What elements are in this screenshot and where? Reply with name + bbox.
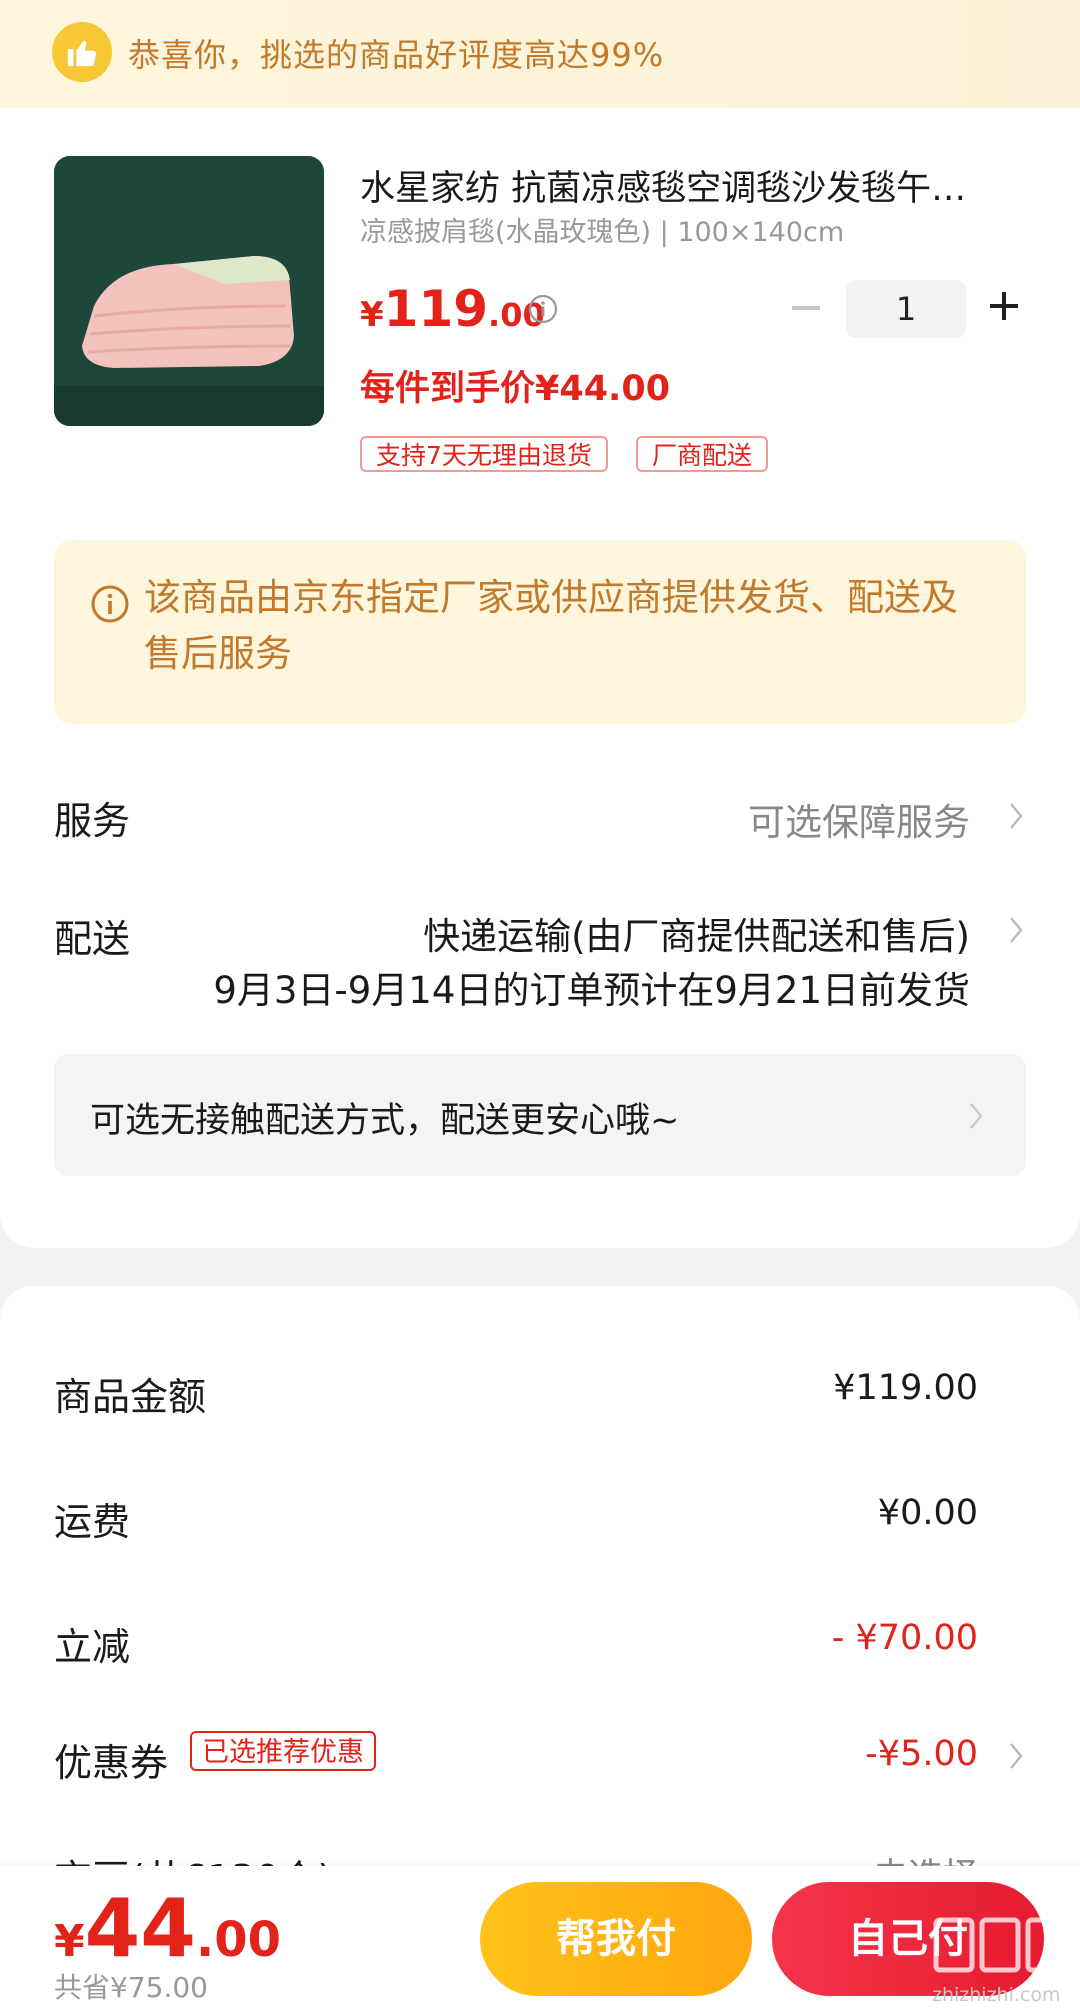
- return-policy-tag: 支持7天无理由退货: [360, 436, 608, 472]
- watermark-text: zhizhizhi.com: [932, 1984, 1061, 2006]
- chevron-right-icon[interactable]: [1006, 1740, 1026, 1772]
- chevron-right-icon[interactable]: [1006, 800, 1026, 832]
- unit-price-text: 每件到手价¥44.00: [360, 369, 671, 409]
- coupon-value[interactable]: -¥5.00: [865, 1734, 978, 1774]
- goods-amount-label: 商品金额: [54, 1375, 207, 1419]
- product-spec[interactable]: 凉感披肩毯(水晶玫瑰色) | 100×140cm: [360, 210, 844, 249]
- praise-banner: 恭喜你，挑选的商品好评度高达99%: [0, 0, 1080, 110]
- delivery-method[interactable]: 快递运输(由厂商提供配送和售后): [423, 906, 970, 960]
- price-integer: 119: [383, 280, 489, 338]
- service-value[interactable]: 可选保障服务: [748, 792, 970, 846]
- goods-amount-value: ¥119.00: [833, 1368, 978, 1408]
- instant-discount-label: 立减: [54, 1625, 131, 1669]
- banner-text: 恭喜你，挑选的商品好评度高达99%: [128, 36, 665, 74]
- service-label: 服务: [54, 799, 131, 843]
- vendor-delivery-tag: 厂商配送: [636, 436, 769, 472]
- notice-text: 该商品由京东指定厂家或供应商提供发货、配送及售后服务: [144, 576, 958, 675]
- saved-amount: 共省¥75.00: [54, 1971, 208, 2004]
- delivery-label: 配送: [54, 917, 131, 961]
- quantity-minus-button[interactable]: [788, 288, 824, 328]
- product-title[interactable]: 水星家纺 抗菌凉感毯空调毯沙发毯午…: [360, 160, 1030, 211]
- chevron-right-icon[interactable]: [1006, 914, 1026, 946]
- shipping-fee-label: 运费: [54, 1500, 131, 1544]
- shipping-fee-value: ¥0.00: [877, 1493, 978, 1533]
- product-card: 水星家纺 抗菌凉感毯空调毯沙发毯午… 凉感披肩毯(水晶玫瑰色) | 100×14…: [0, 108, 1080, 1248]
- checkout-bar: ¥44.00 共省¥75.00 帮我付 自己付: [0, 1866, 1080, 2014]
- price-info-icon[interactable]: [528, 294, 558, 324]
- info-icon: [90, 584, 130, 624]
- contactless-text: 可选无接触配送方式，配送更安心哦~: [90, 1101, 680, 1141]
- delivery-estimate: 9月3日-9月14日的订单预计在9月21日前发货: [213, 969, 970, 1012]
- instant-discount-value: - ¥70.00: [831, 1618, 978, 1658]
- total-integer: 44: [84, 1882, 196, 1975]
- vendor-notice: 该商品由京东指定厂家或供应商提供发货、配送及售后服务: [54, 540, 1026, 724]
- total-price: ¥44.00: [54, 1882, 281, 1975]
- coupon-label: 优惠券: [54, 1741, 169, 1785]
- quantity-input[interactable]: 1: [846, 280, 966, 338]
- product-price: ¥119.00: [360, 280, 545, 338]
- quantity-plus-button[interactable]: [986, 286, 1022, 326]
- total-symbol: ¥: [54, 1916, 85, 1967]
- contactless-delivery-option[interactable]: 可选无接触配送方式，配送更安心哦~: [54, 1054, 1026, 1176]
- thumbs-up-icon: [52, 22, 112, 82]
- coupon-selected-tag: 已选推荐优惠: [190, 1731, 376, 1771]
- help-me-pay-button[interactable]: 帮我付: [480, 1882, 752, 1996]
- chevron-right-icon[interactable]: [966, 1100, 986, 1132]
- price-symbol: ¥: [360, 295, 384, 335]
- total-decimal: .00: [195, 1912, 281, 1968]
- product-image[interactable]: [54, 156, 324, 426]
